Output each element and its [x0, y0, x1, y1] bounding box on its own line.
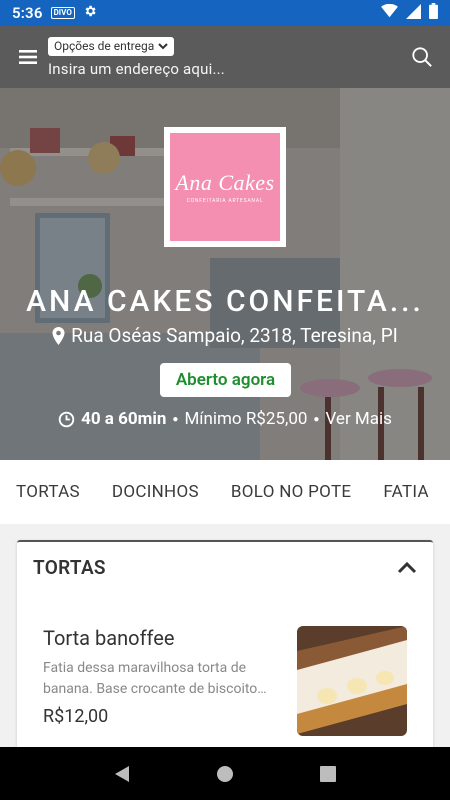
- section-header[interactable]: TORTAS: [17, 542, 433, 592]
- search-icon[interactable]: [394, 26, 450, 88]
- minimum-order: Mínimo R$25,00: [184, 409, 308, 429]
- delivery-time: 40 a 60min: [81, 409, 167, 429]
- store-hero: Ana Cakes CONFEITARIA ARTESANAL ANA CAKE…: [0, 88, 450, 460]
- store-info-line: 40 a 60min ● Mínimo R$25,00 ● Ver Mais: [0, 409, 450, 429]
- wifi-icon: [381, 3, 398, 22]
- recents-icon[interactable]: [308, 754, 348, 794]
- app-root: 5:36 DIVO Opções de entrega Insira um en…: [0, 0, 450, 800]
- location-pin-icon: [52, 326, 65, 345]
- logo-text: Ana Cakes: [175, 170, 275, 195]
- product-description: Fatia dessa maravilhosa torta de banana.…: [43, 660, 267, 697]
- clock-icon: [58, 411, 75, 427]
- app-header: Opções de entrega Insira um endereço aqu…: [0, 26, 450, 88]
- store-address-text: Rua Oséas Sampaio, 2318, Teresina, PI: [71, 324, 398, 347]
- address-input[interactable]: Insira um endereço aqui...: [48, 60, 394, 78]
- home-icon[interactable]: [205, 754, 245, 794]
- category-tabs: TORTAS DOCINHOS BOLO NO POTE FATIA: [0, 460, 450, 524]
- store-name: ANA CAKES CONFEITA...: [26, 284, 424, 319]
- status-time: 5:36: [12, 4, 43, 22]
- chevron-up-icon: [397, 561, 417, 573]
- status-bar: 5:36 DIVO: [0, 0, 450, 26]
- cellular-icon: [406, 3, 421, 23]
- delivery-options-select[interactable]: Opções de entrega: [48, 36, 175, 56]
- product-item[interactable]: Torta banoffee Fatia dessa maravilhosa t…: [43, 626, 407, 736]
- store-address: Rua Oséas Sampaio, 2318, Teresina, PI: [0, 324, 450, 347]
- see-more-link[interactable]: Ver Mais: [325, 409, 391, 429]
- settings-icon: [83, 4, 97, 22]
- delivery-address-area: Opções de entrega Insira um endereço aqu…: [48, 36, 394, 78]
- section-title: TORTAS: [33, 555, 106, 579]
- logo-subtext: CONFEITARIA ARTESANAL: [186, 198, 264, 204]
- battery-icon: [429, 3, 438, 23]
- back-icon[interactable]: [102, 754, 142, 794]
- tab-bolo-no-pote[interactable]: BOLO NO POTE: [215, 482, 367, 502]
- product-image: [297, 626, 407, 736]
- tab-docinhos[interactable]: DOCINHOS: [96, 482, 215, 502]
- tab-fatia[interactable]: FATIA: [367, 482, 445, 502]
- tab-tortas[interactable]: TORTAS: [0, 482, 96, 502]
- store-logo: Ana Cakes CONFEITARIA ARTESANAL: [164, 127, 286, 247]
- delivery-options-label: Opções de entrega: [54, 39, 155, 53]
- open-status-badge: Aberto agora: [160, 363, 291, 397]
- system-navigation-bar: [0, 747, 450, 800]
- menu-section-tortas: TORTAS Torta banoffee Fatia dessa maravi…: [17, 540, 433, 760]
- chevron-down-icon: [158, 42, 168, 49]
- divo-badge: DIVO: [50, 7, 75, 19]
